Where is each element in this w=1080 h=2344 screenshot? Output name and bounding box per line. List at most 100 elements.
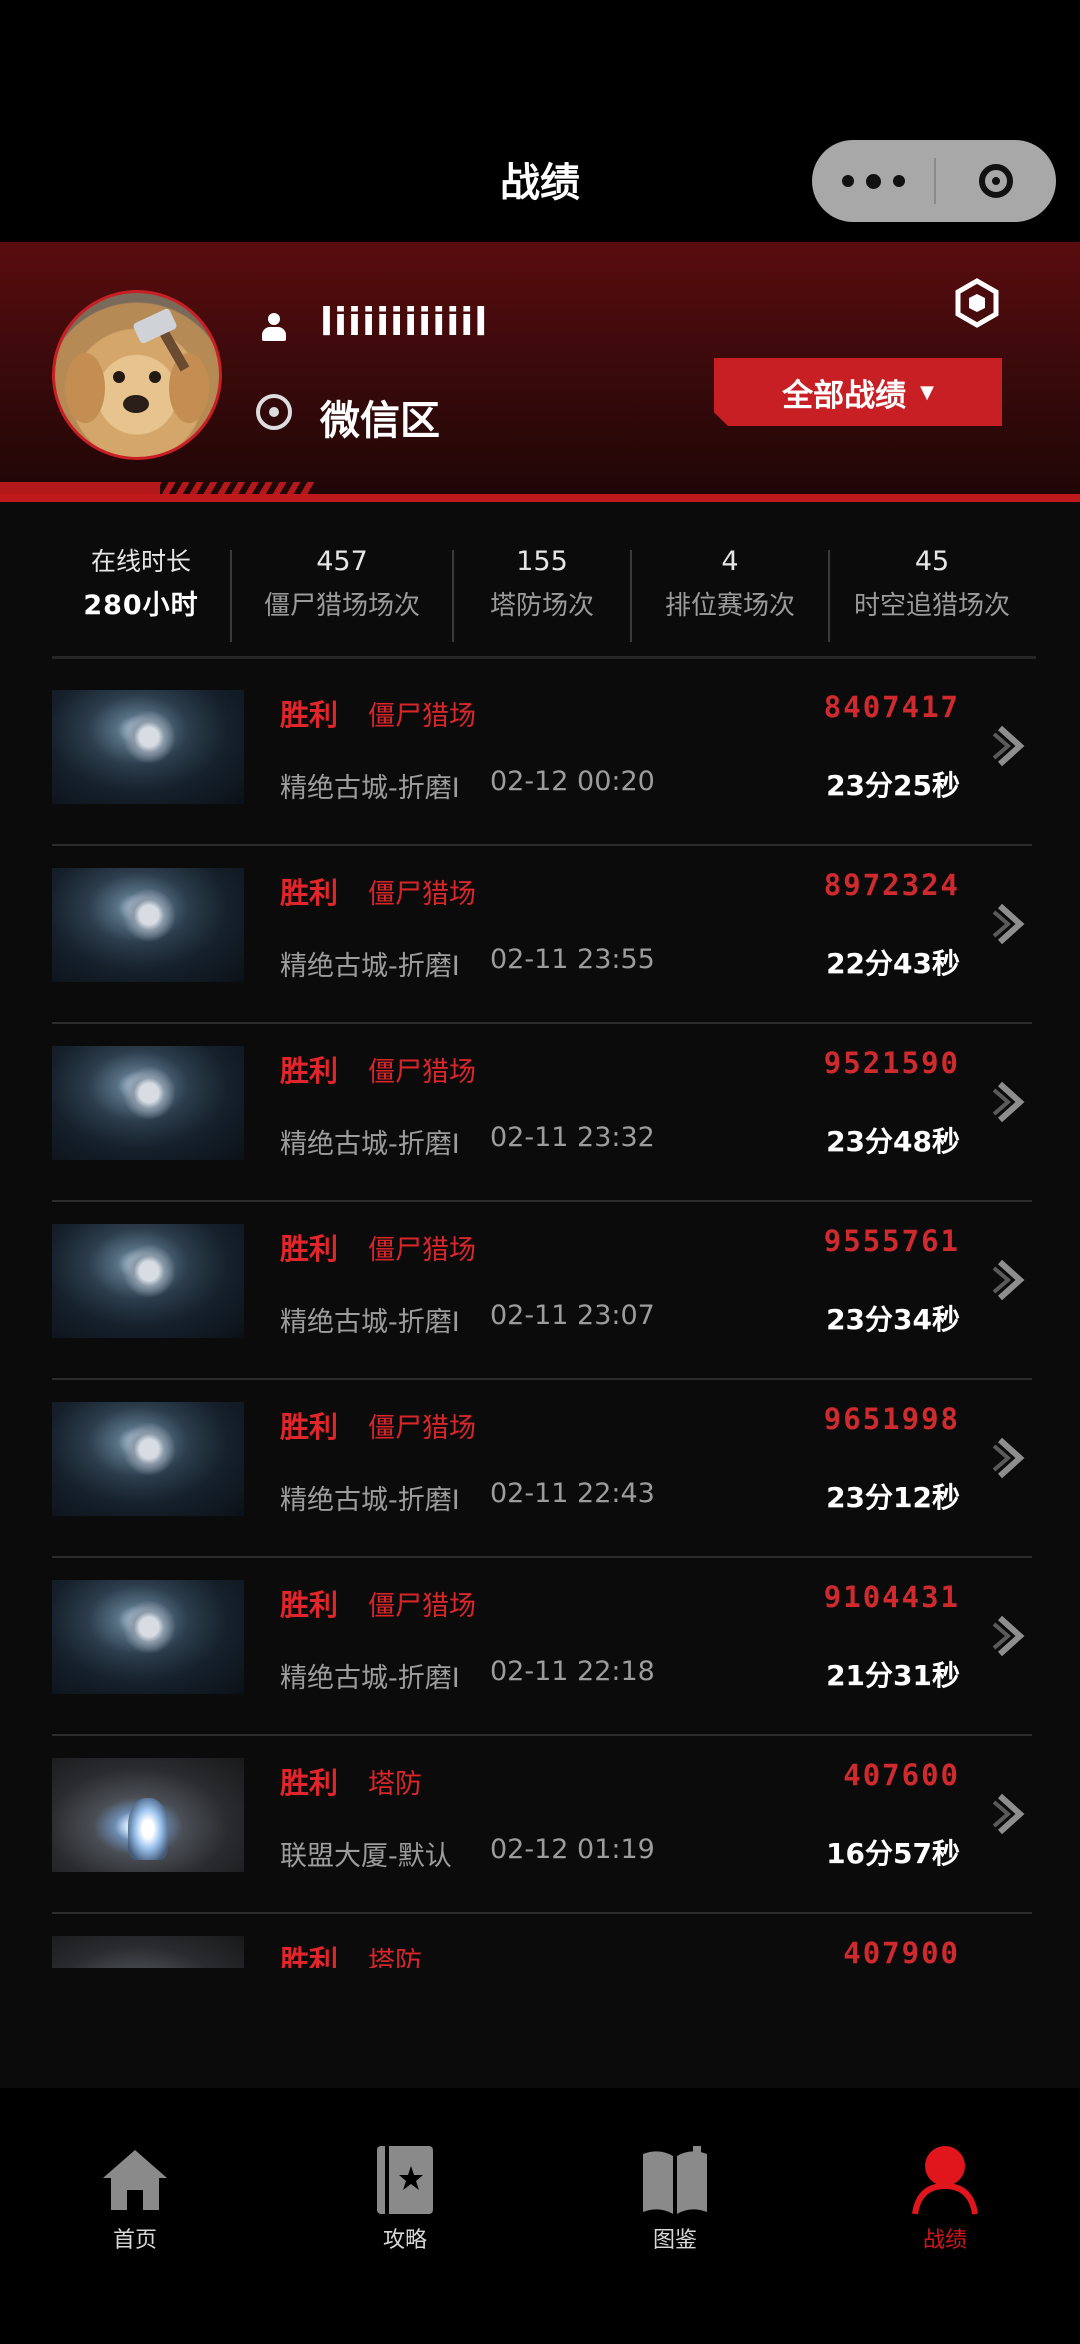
- record-result: 胜利: [280, 1588, 339, 1622]
- avatar[interactable]: [52, 290, 222, 460]
- chevron-right-icon[interactable]: [990, 1784, 1032, 1844]
- record-map: 精绝古城-折磨I: [280, 1129, 460, 1160]
- record-row[interactable]: 胜利 僵尸猎场精绝古城-折磨I 02-11 22:43 9651998 23分12秒: [52, 1380, 1032, 1558]
- decor-red-line: [0, 494, 1080, 502]
- bottom-nav: 首页 攻略 图鉴 战绩: [0, 2088, 1080, 2344]
- record-row[interactable]: 胜利 塔防 联盟大厦-默认 02-12 01:19 407600 16分57秒: [52, 1736, 1032, 1914]
- stat-value: 45: [914, 546, 950, 577]
- nav-item-encyclopedia[interactable]: 图鉴: [540, 2088, 810, 2344]
- record-row[interactable]: 胜利 僵尸猎场 精绝古城-折磨I 02-11 23:07 9555761 23分34秒: [52, 1202, 1032, 1380]
- stat-value: 155: [516, 546, 568, 577]
- more-dots-icon[interactable]: [812, 140, 934, 222]
- hexagon-settings-icon[interactable]: [954, 278, 1000, 328]
- record-score: 8407417: [823, 690, 960, 724]
- chevron-right-icon[interactable]: [990, 1072, 1032, 1132]
- record-result: 胜利: [280, 1410, 339, 1444]
- record-row[interactable]: 胜利 僵尸猎场 精绝古城-折磨I 02-12 00:20 8407417 23分25秒: [52, 668, 1032, 846]
- record-result: 胜利: [280, 1944, 339, 1968]
- all-records-filter-button[interactable]: 全部战绩 ▼: [714, 358, 1002, 426]
- record-duration: 23分34秒: [826, 1303, 960, 1336]
- record-mode: 僵尸猎场: [368, 1413, 476, 1444]
- stat-value: 4: [721, 546, 739, 577]
- stat-label: 僵尸猎场场次: [263, 591, 420, 621]
- record-map: 联盟大厦-默认: [280, 1841, 452, 1872]
- filter-label: 全部战绩: [782, 377, 907, 414]
- guide-book-icon: [369, 2144, 441, 2216]
- record-time: 02-11 23:07: [490, 1300, 655, 1331]
- record-score: 407600: [843, 1758, 960, 1792]
- caret-down-icon: ▼: [920, 381, 934, 403]
- profile-icon: [909, 2144, 981, 2216]
- record-map: 精绝古城-折磨I: [280, 951, 460, 982]
- record-map: 精绝古城-折磨I: [280, 773, 460, 804]
- record-map: 精绝古城-折磨I: [280, 1485, 460, 1516]
- map-thumbnail: [52, 1402, 244, 1516]
- record-duration: 23分48秒: [826, 1125, 960, 1158]
- record-mode: 塔防: [368, 1947, 422, 1968]
- record-time: 02-12 00:20: [490, 766, 655, 797]
- record-duration: 23分25秒: [826, 769, 960, 802]
- map-thumbnail: [52, 1224, 244, 1338]
- nav-label: 图鉴: [652, 2228, 697, 2253]
- record-score: 9521590: [823, 1046, 960, 1080]
- record-row[interactable]: 胜利 塔防 407900: [52, 1914, 1032, 1968]
- record-time: 02-11 23:32: [490, 1122, 655, 1153]
- top-bar: 战绩: [0, 0, 1080, 242]
- mini-program-capsule: [812, 140, 1056, 222]
- record-row[interactable]: 胜利 僵尸猎场 精绝古城-折磨I 02-11 23:32 9521590 23分48秒: [52, 1024, 1032, 1202]
- record-mode: 僵尸猎场: [368, 879, 476, 910]
- record-result: 胜利: [280, 1766, 339, 1800]
- region-label: 微信区: [320, 398, 440, 444]
- record-result: 胜利: [280, 1232, 339, 1266]
- stat-tower-defense: 155 塔防场次: [454, 540, 630, 656]
- record-row[interactable]: 胜利 僵尸猎场 精绝古城-折磨I 02-11 23:55 8972324 22分43秒: [52, 846, 1032, 1024]
- map-thumbnail: [52, 1580, 244, 1694]
- nav-item-records[interactable]: 战绩: [810, 2088, 1080, 2344]
- stat-value: 457: [316, 546, 368, 577]
- stat-ranked: 4 排位赛场次: [632, 540, 828, 656]
- chevron-right-icon[interactable]: [990, 716, 1032, 776]
- chevron-right-icon[interactable]: [990, 1250, 1032, 1310]
- chevron-right-icon[interactable]: [990, 894, 1032, 954]
- target-circle-icon[interactable]: [936, 140, 1056, 222]
- user-icon: [262, 313, 286, 341]
- record-score: 407900: [843, 1936, 960, 1968]
- map-thumbnail: [52, 1046, 244, 1160]
- record-mode: 僵尸猎场: [368, 1235, 476, 1266]
- record-score: 9104431: [823, 1580, 960, 1614]
- record-row[interactable]: 胜利 僵尸猎场精绝古城-折磨I 02-11 22:18 9104431 21分31秒: [52, 1558, 1032, 1736]
- stat-label: 在线时长: [90, 547, 191, 576]
- chevron-right-icon[interactable]: [990, 1606, 1032, 1666]
- nav-item-guide[interactable]: 攻略: [270, 2088, 540, 2344]
- record-mode: 僵尸猎场: [368, 701, 476, 732]
- nav-item-home[interactable]: 首页: [0, 2088, 270, 2344]
- region-target-icon: [256, 394, 292, 430]
- chevron-right-icon[interactable]: [990, 1428, 1032, 1488]
- map-thumbnail: [52, 690, 244, 804]
- record-time: 02-11 22:43: [490, 1478, 655, 1509]
- decor-stripe: [0, 482, 160, 494]
- record-mode: 塔防: [368, 1769, 422, 1800]
- record-score: 8972324: [823, 868, 960, 902]
- record-score: 9651998: [823, 1402, 960, 1436]
- username: liiiiiiiiiil: [320, 300, 489, 344]
- record-duration: 23分12秒: [826, 1481, 960, 1514]
- record-result: 胜利: [280, 1054, 339, 1088]
- record-list[interactable]: 胜利 僵尸猎场 精绝古城-折磨I 02-12 00:20 8407417 23分25秒 胜利…: [52, 668, 1032, 1968]
- nav-label: 攻略: [382, 2228, 427, 2253]
- stat-zombie-hunt: 457 僵尸猎场场次: [232, 540, 452, 656]
- decor-hatch: [155, 482, 315, 494]
- record-map: 精绝古城-折磨I: [280, 1307, 460, 1338]
- record-mode: 僵尸猎场: [368, 1591, 476, 1622]
- record-time: 02-11 23:55: [490, 944, 655, 975]
- nav-label: 首页: [112, 2228, 157, 2253]
- record-time: 02-11 22:18: [490, 1656, 655, 1687]
- chevron-right-icon[interactable]: [990, 1962, 1032, 1968]
- record-duration: 21分31秒: [826, 1659, 960, 1692]
- nav-label: 战绩: [922, 2228, 967, 2253]
- stats-bar: 在线时长 280小时 457 僵尸猎场场次 155 塔防场次 4 排位赛场次 4…: [52, 540, 1036, 659]
- record-map: 精绝古城-折磨I: [280, 1663, 460, 1694]
- stat-label: 时空追猎场次: [853, 591, 1010, 621]
- stat-online-time: 在线时长 280小时: [52, 540, 230, 656]
- map-thumbnail: [52, 1936, 244, 1968]
